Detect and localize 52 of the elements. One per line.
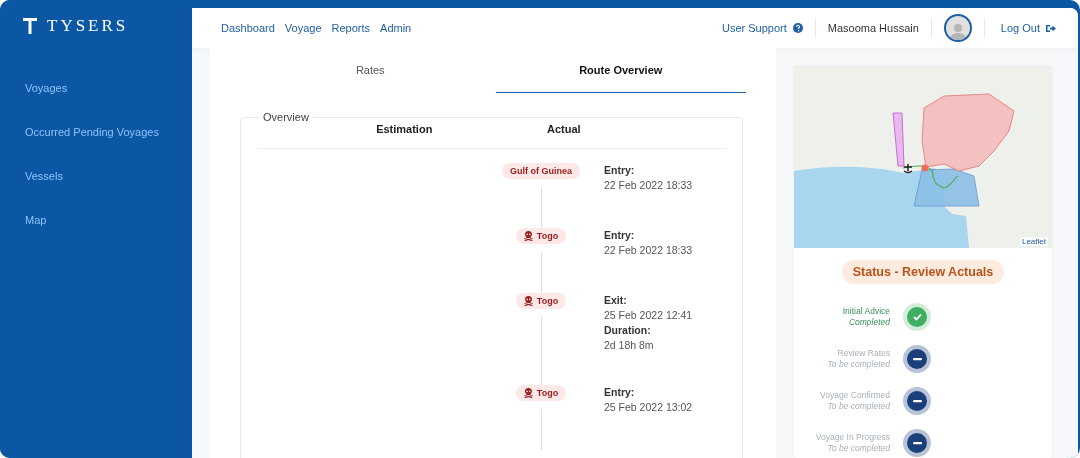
step-label: Voyage In Progress <box>815 432 890 442</box>
check-icon <box>907 307 927 327</box>
field-value: 25 Feb 2022 12:41 <box>604 308 694 323</box>
step-status: To be completed <box>826 443 890 454</box>
nav-link[interactable]: Reports <box>331 22 371 34</box>
field-value: 2d 18h 8m <box>604 338 655 353</box>
step-label: Initial Advice <box>842 306 890 316</box>
minus-icon <box>907 349 927 369</box>
field-label: Exit: <box>604 293 628 308</box>
logout-icon <box>1046 23 1056 33</box>
location-tag: Togo <box>515 228 567 244</box>
avatar[interactable] <box>943 14 972 42</box>
minus-icon <box>907 391 927 411</box>
step-status: To be completed <box>826 401 890 412</box>
logout-link[interactable]: Log Out <box>1000 22 1056 34</box>
field-label: Entry: <box>604 228 636 243</box>
field-value: 22 Feb 2022 18:33 <box>604 243 694 258</box>
field-label: Duration: <box>604 323 652 338</box>
user-name: Masooma Hussain <box>827 22 919 34</box>
column-header: Estimation <box>375 123 434 135</box>
location-tag: Gulf of Guinea <box>502 163 580 179</box>
step-label: Voyage Confirmed <box>820 390 890 400</box>
nav-link[interactable]: Voyage <box>284 22 322 34</box>
sidebar-item[interactable]: Map <box>0 198 192 242</box>
logo-icon <box>23 18 37 34</box>
sidebar-item[interactable]: Voyages <box>0 66 192 110</box>
field-label: Entry: <box>604 385 636 400</box>
field-value: 22 Feb 2022 18:33 <box>604 178 694 193</box>
field-label: Entry: <box>604 163 636 178</box>
skull-icon <box>523 388 533 398</box>
step-status: Completed <box>847 317 890 328</box>
nav-link[interactable]: Dashboard <box>221 22 275 34</box>
leaflet-link[interactable]: Leaflet <box>1019 237 1048 246</box>
skull-icon <box>523 296 533 306</box>
help-icon <box>792 23 803 33</box>
column-header: Actual <box>545 123 582 135</box>
skull-icon <box>523 231 533 241</box>
brand-name: TYSERS <box>47 16 129 36</box>
user-support-link[interactable]: User Support <box>721 22 803 34</box>
step-label: Review Rates <box>837 348 890 358</box>
location-tag: Togo <box>515 385 567 401</box>
step-status: To be completed <box>826 359 890 370</box>
field-value: 25 Feb 2022 13:02 <box>604 400 694 415</box>
sidebar-item[interactable]: Occurred Pending Voyages <box>0 110 192 154</box>
minus-icon <box>907 433 927 453</box>
nav-link[interactable]: Admin <box>380 22 412 34</box>
section-title: Overview <box>262 111 310 123</box>
sidebar-item[interactable]: Vessels <box>0 154 192 198</box>
status-badge: Status - Review Actuals <box>841 260 1005 284</box>
location-tag: Togo <box>515 293 567 309</box>
tab[interactable]: Route Overview <box>495 48 746 93</box>
tab[interactable]: Rates <box>245 48 496 93</box>
